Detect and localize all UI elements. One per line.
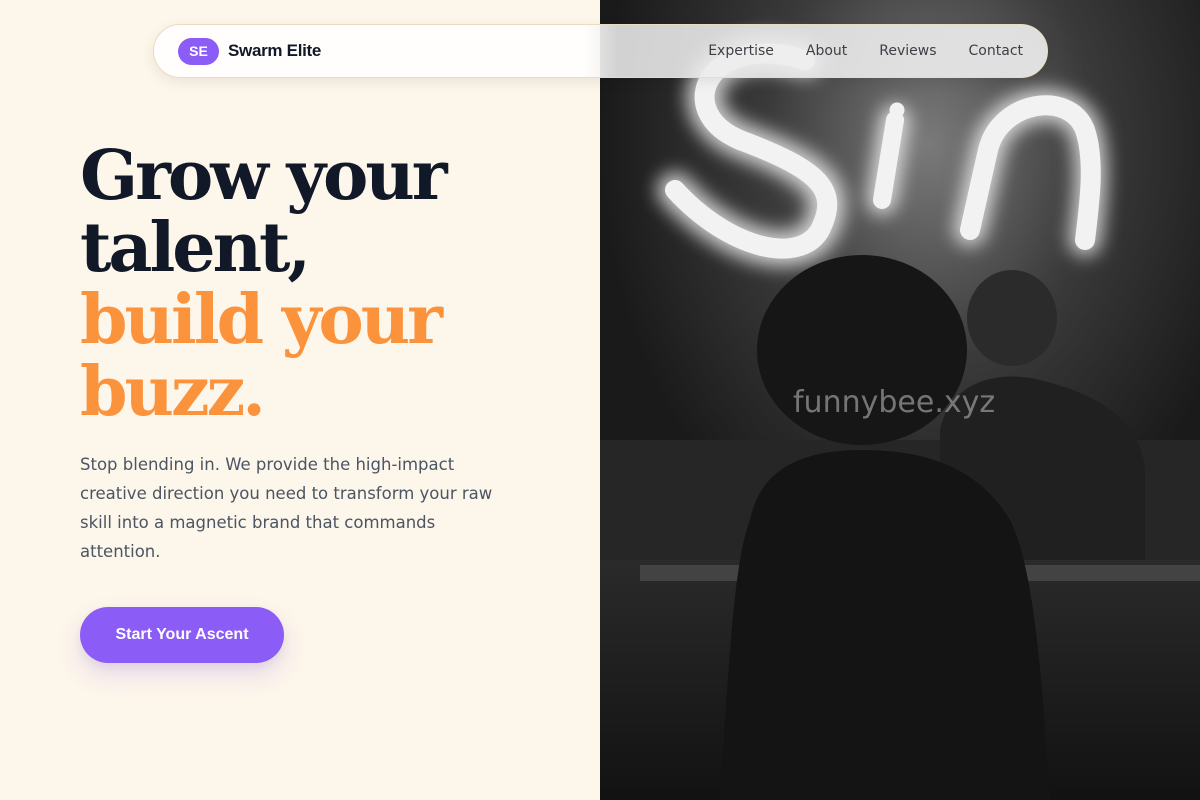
brand[interactable]: SE Swarm Elite	[178, 37, 321, 65]
headline-line-1: Grow your	[80, 136, 448, 216]
nav-link-reviews[interactable]: Reviews	[879, 43, 936, 59]
hero-headline: Grow your talent, build your buzz.	[80, 140, 560, 428]
headline-line-4: buzz.	[80, 352, 266, 432]
top-navbar: SE Swarm Elite Expertise About Reviews C…	[153, 24, 1048, 78]
watermark-text: funnybee.xyz	[793, 385, 996, 420]
start-your-ascent-button[interactable]: Start Your Ascent	[80, 607, 284, 663]
nav-link-contact[interactable]: Contact	[969, 43, 1023, 59]
nav-link-about[interactable]: About	[806, 43, 847, 59]
brand-logo-badge[interactable]: SE	[178, 37, 219, 65]
nav-link-expertise[interactable]: Expertise	[708, 43, 774, 59]
hero-description: Stop blending in. We provide the high-im…	[80, 455, 493, 561]
nav-links: Expertise About Reviews Contact	[676, 43, 1023, 59]
brand-name[interactable]: Swarm Elite	[228, 41, 321, 61]
headline-line-3: build your	[80, 280, 443, 360]
headline-line-2: talent,	[80, 208, 311, 288]
